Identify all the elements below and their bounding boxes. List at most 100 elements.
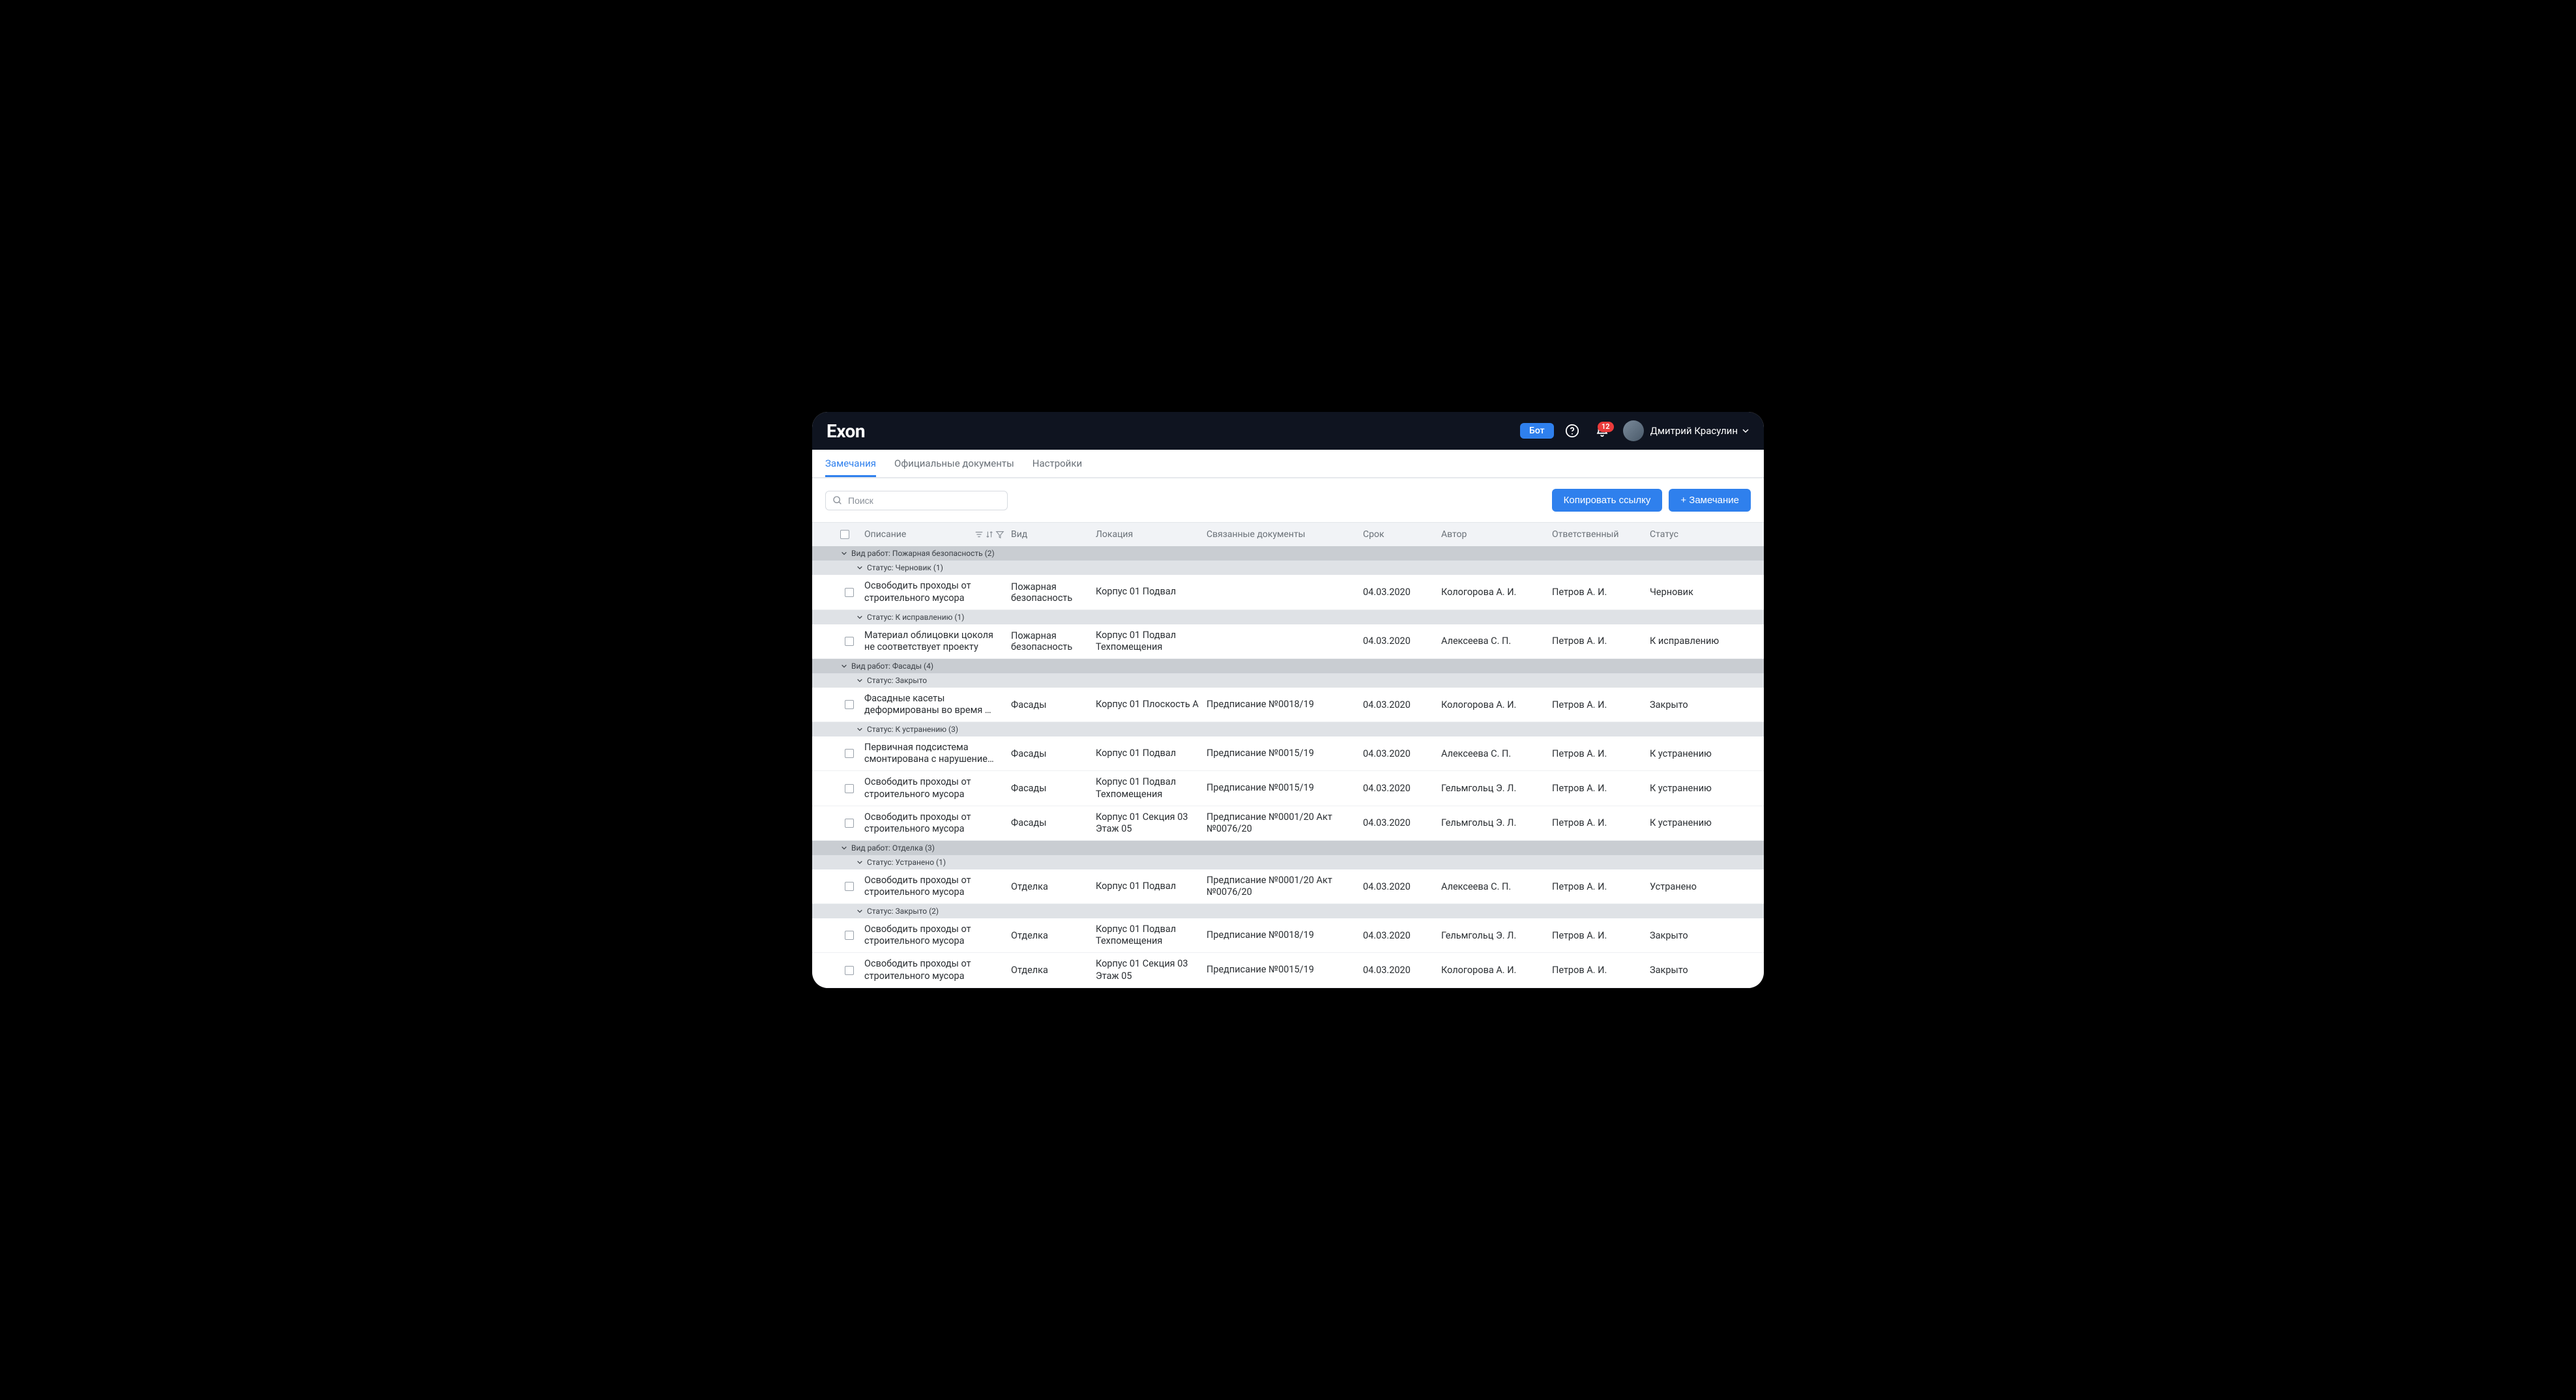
table-row[interactable]: Освободить проходы от строительного мусо… <box>812 575 1764 609</box>
cell-type: Фасады <box>1011 817 1096 828</box>
cell-responsible: Петров А. И. <box>1552 930 1650 941</box>
search-box[interactable] <box>825 491 1008 510</box>
cell-type: Пожарная безопасность <box>1011 581 1096 604</box>
tab-settings[interactable]: Настройки <box>1032 450 1082 477</box>
cell-status: Закрыто <box>1650 930 1751 941</box>
th-date[interactable]: Срок <box>1363 529 1441 540</box>
help-button[interactable] <box>1560 419 1584 443</box>
cell-responsible: Петров А. И. <box>1552 699 1650 710</box>
group-label: Вид работ: Отделка (3) <box>851 843 935 853</box>
row-checkbox[interactable] <box>845 700 854 709</box>
cell-date: 04.03.2020 <box>1363 930 1441 941</box>
row-checkbox[interactable] <box>845 966 854 975</box>
subgroup-header[interactable]: Статус: К исправлению (1) <box>812 610 1764 624</box>
cell-responsible: Петров А. И. <box>1552 587 1650 598</box>
row-checkbox[interactable] <box>845 749 854 758</box>
row-checkbox[interactable] <box>845 819 854 828</box>
table-row[interactable]: Материал облицовки цоколя не соответству… <box>812 624 1764 659</box>
row-checkbox[interactable] <box>845 882 854 891</box>
group-header[interactable]: Вид работ: Отделка (3) <box>812 841 1764 855</box>
cell-location: Корпус 01 Подвал <box>1096 881 1207 892</box>
subgroup-header[interactable]: Статус: К устранению (3) <box>812 722 1764 736</box>
filter-icon[interactable] <box>995 530 1004 539</box>
table-row[interactable]: Первичная подсистема смонтирована с нару… <box>812 736 1764 771</box>
cell-author: Кологорова А. И. <box>1441 965 1552 976</box>
cell-date: 04.03.2020 <box>1363 965 1441 976</box>
cell-date: 04.03.2020 <box>1363 635 1441 647</box>
notifications-badge: 12 <box>1598 422 1614 432</box>
avatar[interactable] <box>1623 420 1644 441</box>
row-checkbox[interactable] <box>845 931 854 940</box>
cell-location: Корпус 01 Секция 03 Этаж 05 <box>1096 811 1207 835</box>
th-status[interactable]: Статус <box>1650 529 1751 540</box>
chevron-down-icon <box>856 908 863 914</box>
cell-type: Фасады <box>1011 699 1096 710</box>
th-responsible[interactable]: Ответственный <box>1552 529 1650 540</box>
cell-author: Алексеева С. П. <box>1441 881 1552 892</box>
th-documents[interactable]: Связанные документы <box>1207 529 1363 540</box>
th-author[interactable]: Автор <box>1441 529 1552 540</box>
cell-responsible: Петров А. И. <box>1552 817 1650 828</box>
cell-description: Освободить проходы от строительного мусо… <box>864 875 1011 898</box>
cell-description: Освободить проходы от строительного мусо… <box>864 924 1011 947</box>
cell-date: 04.03.2020 <box>1363 783 1441 794</box>
cell-type: Отделка <box>1011 930 1096 941</box>
cell-author: Алексеева С. П. <box>1441 748 1552 759</box>
cell-type: Фасады <box>1011 783 1096 794</box>
table-row[interactable]: Освободить проходы от строительного мусо… <box>812 918 1764 953</box>
copy-link-button[interactable]: Копировать ссылку <box>1552 489 1663 512</box>
cell-responsible: Петров А. И. <box>1552 748 1650 759</box>
cell-date: 04.03.2020 <box>1363 748 1441 759</box>
list-icon[interactable] <box>974 530 984 539</box>
chevron-down-icon <box>856 677 863 684</box>
chevron-down-icon <box>841 845 847 851</box>
cell-responsible: Петров А. И. <box>1552 965 1650 976</box>
row-checkbox[interactable] <box>845 637 854 646</box>
group-header[interactable]: Вид работ: Фасады (4) <box>812 659 1764 673</box>
chevron-down-icon <box>841 550 847 557</box>
row-checkbox[interactable] <box>845 588 854 597</box>
tab-documents[interactable]: Официальные документы <box>894 450 1014 477</box>
cell-location: Корпус 01 Подвал Техпомещения <box>1096 630 1207 653</box>
tab-comments[interactable]: Замечания <box>825 450 876 477</box>
table-row[interactable]: Освободить проходы от строительного мусо… <box>812 771 1764 806</box>
subgroup-label: Статус: Закрыто (2) <box>867 907 939 916</box>
table-row[interactable]: Фасадные касеты деформированы во время …… <box>812 688 1764 722</box>
user-menu[interactable]: Дмитрий Красулин <box>1650 425 1749 437</box>
cell-status: К устранению <box>1650 783 1751 794</box>
add-comment-button[interactable]: + Замечание <box>1669 489 1751 512</box>
cell-documents: Предписание №0015/19 <box>1207 782 1363 794</box>
table-body: Вид работ: Пожарная безопасность (2)Стат… <box>812 546 1764 987</box>
th-description[interactable]: Описание <box>864 529 906 540</box>
bot-button[interactable]: Бот <box>1520 423 1554 439</box>
chevron-down-icon <box>856 564 863 571</box>
subgroup-header[interactable]: Статус: Закрыто (2) <box>812 904 1764 918</box>
cell-author: Гельмгольц Э. Л. <box>1441 817 1552 828</box>
search-icon <box>832 495 843 506</box>
username-label: Дмитрий Красулин <box>1650 425 1738 437</box>
subgroup-header[interactable]: Статус: Устранено (1) <box>812 855 1764 869</box>
select-all-checkbox[interactable] <box>840 530 849 539</box>
cell-date: 04.03.2020 <box>1363 881 1441 892</box>
cell-status: Черновик <box>1650 587 1751 598</box>
table-row[interactable]: Освободить проходы от строительного мусо… <box>812 953 1764 987</box>
sort-icon[interactable] <box>985 530 994 539</box>
cell-description: Освободить проходы от строительного мусо… <box>864 580 1011 604</box>
cell-author: Гельмгольц Э. Л. <box>1441 783 1552 794</box>
cell-documents: Предписание №0001/20 Акт №0076/20 <box>1207 811 1363 835</box>
notifications-button[interactable]: 12 <box>1590 419 1614 443</box>
group-label: Вид работ: Фасады (4) <box>851 662 933 671</box>
search-input[interactable] <box>848 495 1001 506</box>
th-location[interactable]: Локация <box>1096 529 1207 540</box>
table-row[interactable]: Освободить проходы от строительного мусо… <box>812 806 1764 841</box>
subgroup-header[interactable]: Статус: Закрыто <box>812 673 1764 688</box>
table-row[interactable]: Освободить проходы от строительного мусо… <box>812 869 1764 904</box>
group-header[interactable]: Вид работ: Пожарная безопасность (2) <box>812 546 1764 561</box>
subgroup-header[interactable]: Статус: Черновик (1) <box>812 561 1764 575</box>
cell-type: Фасады <box>1011 748 1096 759</box>
topbar: Exon Бот 12 Дмитрий Красулин <box>812 412 1764 450</box>
cell-description: Материал облицовки цоколя не соответству… <box>864 630 1011 653</box>
th-type[interactable]: Вид <box>1011 529 1096 540</box>
row-checkbox[interactable] <box>845 784 854 793</box>
cell-documents: Предписание №0015/19 <box>1207 748 1363 759</box>
